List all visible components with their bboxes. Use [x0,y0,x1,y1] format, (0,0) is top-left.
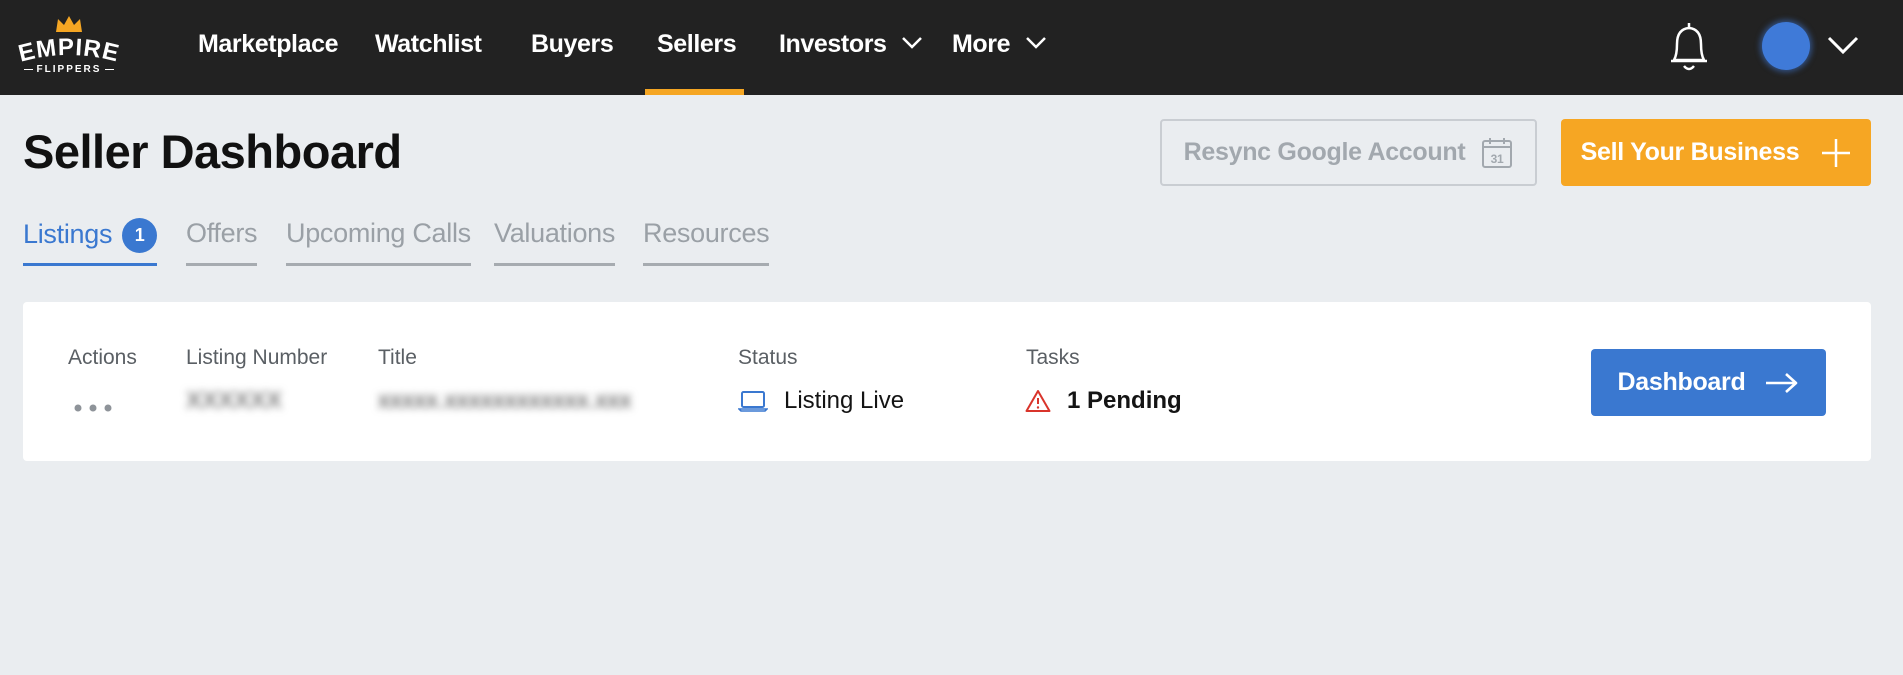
tab-valuations[interactable]: Valuations [494,218,615,266]
tab-resources[interactable]: Resources [643,218,770,266]
dashboard-button[interactable]: Dashboard [1591,349,1826,416]
page-title: Seller Dashboard [23,125,402,178]
listing-card: Actions Listing Number Title Status Task… [23,302,1871,461]
tab-underline [23,263,158,266]
sell-your-business-button[interactable]: Sell Your Business [1561,119,1871,186]
logo-subtitle: FLIPPERS [10,64,128,75]
tab-underline [643,263,770,266]
tab-underline [286,263,471,266]
nav-watchlist[interactable]: Watchlist [375,30,482,66]
tasks-column-header: Tasks [1026,346,1080,369]
tab-upcoming-calls[interactable]: Upcoming Calls [286,218,471,266]
nav-active-indicator [645,89,744,95]
resync-google-account-button[interactable]: Resync Google Account 31 [1160,119,1537,186]
more-actions-icon[interactable] [73,403,113,413]
listing-number-column-header: Listing Number [186,346,328,369]
listing-status: Listing Live [738,387,904,415]
empire-flippers-logo[interactable]: EMPIRE FLIPPERS [10,14,128,80]
user-avatar[interactable] [1762,22,1810,70]
status-column-header: Status [738,346,798,369]
nav-buyers[interactable]: Buyers [531,30,614,66]
arrow-right-icon [1766,372,1798,393]
tab-listings[interactable]: Listings 1 [23,218,158,266]
nav-more[interactable]: More [952,30,1047,66]
nav-marketplace[interactable]: Marketplace [198,30,339,66]
svg-text:EMPIRE: EMPIRE [16,38,123,64]
listing-title-value[interactable]: xxxxx.xxxxxxxxxxxx.xxx [378,387,631,415]
listing-number-value: XXXXXX [186,387,283,414]
listings-count-badge: 1 [122,218,158,253]
tab-underline [186,263,258,266]
laptop-icon [738,391,768,412]
logo-wordmark: EMPIRE [16,38,123,64]
top-nav-bar: EMPIRE FLIPPERS Marketplace Watchlist Bu… [0,0,1903,95]
calendar-icon: 31 [1482,137,1513,168]
chevron-down-icon [902,37,922,50]
tab-underline [494,263,616,266]
svg-text:31: 31 [1491,152,1504,166]
chevron-down-icon[interactable] [1826,34,1860,56]
bell-icon[interactable] [1666,20,1712,74]
crown-icon [56,16,82,32]
nav-sellers[interactable]: Sellers [657,30,737,66]
chevron-down-icon [1025,37,1046,50]
actions-column-header: Actions [68,346,137,369]
pending-tasks[interactable]: 1 Pending [1025,387,1182,415]
tab-offers[interactable]: Offers [186,218,258,266]
plus-icon [1822,138,1851,167]
nav-investors[interactable]: Investors [779,30,923,66]
warning-icon [1025,390,1051,412]
title-column-header: Title [378,346,417,369]
